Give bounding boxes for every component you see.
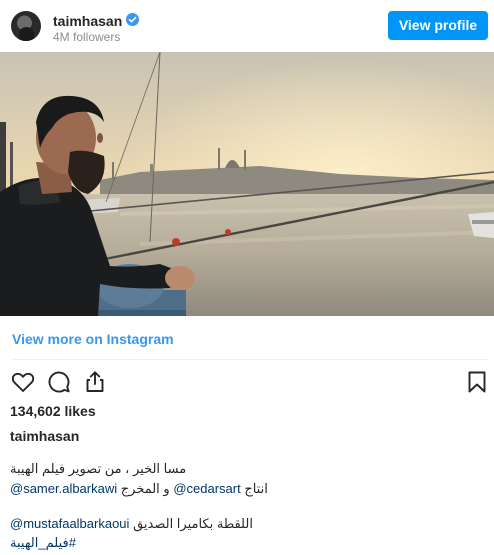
caption-text: انتاج: [240, 481, 268, 496]
caption-line: مسا الخير ، من تصوير فيلم الهيبة: [10, 461, 187, 476]
caption-username[interactable]: taimhasan: [10, 428, 79, 444]
post-header: taimhasan 4M followers View profile: [0, 0, 494, 52]
username[interactable]: taimhasan: [53, 13, 122, 29]
hashtag-link[interactable]: #فيلم_الهيبة: [10, 534, 76, 552]
share-icon[interactable]: [82, 369, 108, 395]
mention-link[interactable]: @cedarsart: [173, 481, 240, 496]
caption-line: @mustafaalbarkaoui اللقطة بكاميرا الصديق: [10, 515, 253, 533]
avatar[interactable]: [11, 11, 41, 41]
caption-line: @samer.albarkawi و المخرج @cedarsart انت…: [10, 480, 268, 498]
view-more-on-instagram-link[interactable]: View more on Instagram: [12, 331, 174, 347]
post-photo[interactable]: [0, 52, 494, 316]
comment-icon[interactable]: [46, 369, 72, 395]
bookmark-icon[interactable]: [464, 369, 490, 395]
verified-badge-icon: [126, 13, 139, 26]
mention-link[interactable]: @samer.albarkawi: [10, 481, 117, 496]
caption-text: اللقطة بكاميرا الصديق: [129, 516, 253, 531]
heart-icon[interactable]: [10, 369, 36, 395]
like-count[interactable]: 134,602 likes: [10, 403, 96, 419]
caption-text: و المخرج: [117, 481, 174, 496]
mention-link[interactable]: @mustafaalbarkaoui: [10, 516, 129, 531]
follower-count: 4M followers: [53, 30, 121, 44]
divider: [12, 359, 488, 360]
view-profile-button[interactable]: View profile: [388, 11, 488, 40]
